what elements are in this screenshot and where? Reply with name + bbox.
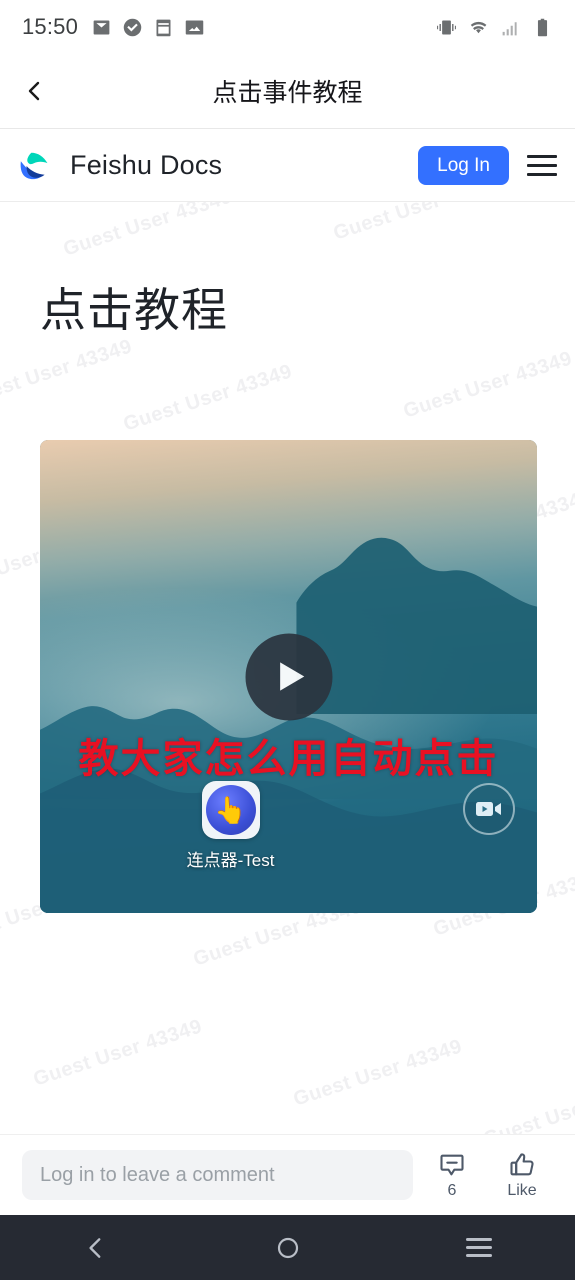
play-icon [279, 662, 304, 691]
site-header: Feishu Docs Log In [0, 130, 575, 202]
pointer-hand-icon: 👆 [214, 794, 247, 825]
wifi-icon [470, 21, 487, 33]
app-title-bar: 点击事件教程 [0, 54, 575, 129]
document-body: Guest User 43349 Guest User 43349 Guest … [0, 202, 575, 1142]
comment-count: 6 [447, 1181, 457, 1199]
watermark-text: Guest User 43349 [330, 202, 505, 245]
watermark-text: Guest User 43349 [290, 1035, 465, 1111]
comment-icon [440, 1154, 464, 1175]
like-label: Like [507, 1181, 537, 1199]
watermark-text: Guest User 43349 [0, 335, 135, 411]
brand-name: Feishu Docs [70, 150, 223, 180]
hamburger-menu-icon[interactable] [527, 151, 557, 180]
page-title: 点击事件教程 [212, 79, 363, 107]
battery-icon [537, 18, 548, 36]
like-button[interactable]: Like [491, 1151, 553, 1200]
android-nav-bar [0, 1215, 575, 1280]
feishu-logo-icon [20, 152, 48, 179]
nav-back-button[interactable] [0, 1235, 192, 1261]
click-app-icon: 👆 [201, 780, 260, 839]
status-bar-system-icons [436, 17, 553, 38]
app-shortcut-label: 连点器-Test [186, 850, 275, 870]
signal-icon [502, 21, 517, 35]
watermark-text: Guest User 43349 [400, 347, 575, 423]
header-actions: Log In [418, 146, 557, 185]
video-overlay-text: 教大家怎么用自动点击 [78, 737, 499, 782]
document-title: 点击教程 [40, 284, 228, 336]
nav-back-icon [89, 1237, 101, 1258]
app-shortcut: 👆 连点器-Test [151, 780, 311, 871]
video-thumbnail[interactable]: 教大家怎么用自动点击 👆 连点器-Test [40, 440, 537, 913]
play-button[interactable] [245, 633, 332, 720]
nav-recents-button[interactable] [383, 1238, 575, 1257]
comment-input[interactable] [22, 1150, 413, 1200]
nav-recents-icon [466, 1238, 493, 1257]
status-bar: 15:50 [0, 0, 575, 54]
login-button[interactable]: Log In [418, 146, 509, 185]
check-circle-icon [123, 18, 142, 36]
photo-icon [185, 20, 204, 34]
status-bar-notification-icons [91, 17, 205, 38]
thumbs-up-icon [510, 1152, 534, 1175]
comment-bar: 6 Like [0, 1134, 575, 1215]
phone-screen: 15:50 点击事件教程 Feishu Docs Log In Guest Us… [0, 0, 575, 1280]
nav-home-icon [277, 1237, 298, 1258]
mail-icon [93, 20, 110, 34]
video-camera-icon [463, 783, 515, 835]
nav-home-button[interactable] [192, 1236, 384, 1260]
watermark-text: Guest User 43349 [480, 1075, 575, 1142]
watermark-text: Guest User 43349 [120, 360, 295, 436]
vibrate-icon [437, 20, 456, 34]
comment-count-button[interactable]: 6 [421, 1151, 483, 1200]
watermark-text: Guest User 43349 [60, 202, 235, 261]
back-button[interactable] [0, 79, 70, 103]
status-bar-clock: 15:50 [22, 14, 79, 39]
chevron-left-icon [28, 81, 40, 101]
calendar-icon [156, 19, 171, 36]
watermark-text: Guest User 43349 [30, 1015, 205, 1091]
